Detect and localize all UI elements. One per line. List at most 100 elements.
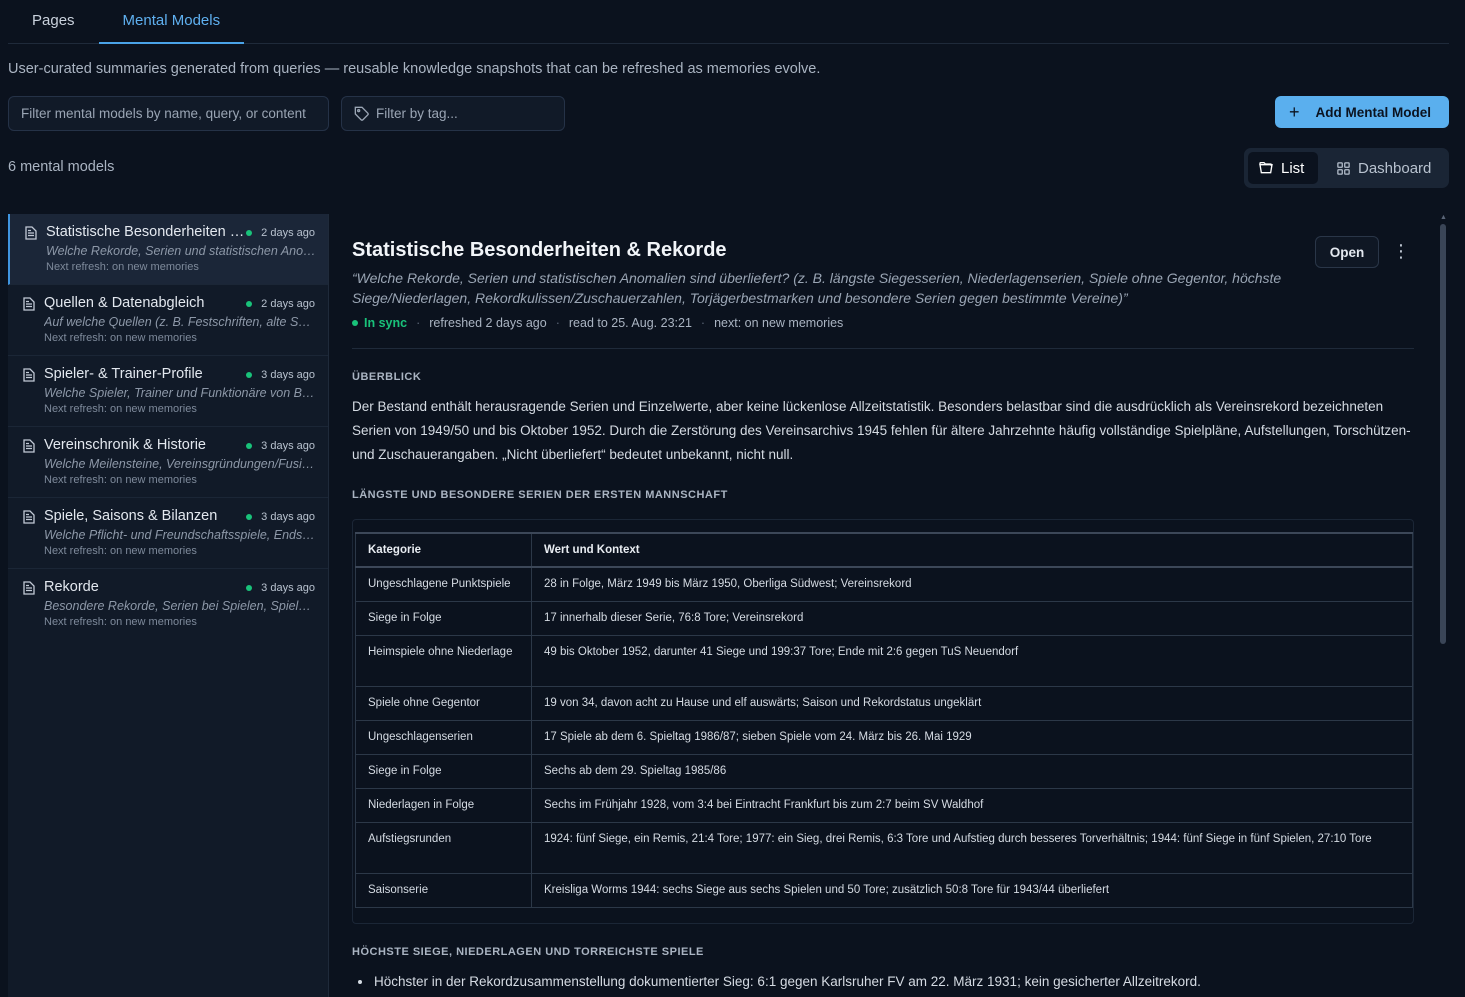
plus-icon: + — [1289, 101, 1300, 122]
list-item: Höchster in der Rekordzusammenstellung d… — [358, 974, 1201, 989]
grid-icon — [1337, 161, 1350, 175]
model-title: Quellen & Datenabgleich — [44, 295, 205, 311]
model-updated: 3 days ago — [246, 440, 315, 452]
refreshed-time: refreshed 2 days ago — [429, 316, 547, 330]
table-cell: Ungeschlagene Punktspiele — [355, 566, 532, 602]
tag-filter-input[interactable]: Filter by tag... — [341, 96, 565, 131]
view-list-label: List — [1281, 159, 1305, 177]
model-title: Statistische Besonderheiten & Rekorde — [46, 224, 246, 240]
view-dashboard-button[interactable]: Dashboard — [1326, 152, 1441, 184]
scroll-up-icon[interactable]: ▲ — [1440, 214, 1447, 221]
sync-dot — [246, 372, 253, 378]
view-toggle: List Dashboard — [1244, 148, 1449, 188]
model-next-refresh: Next refresh: on new memories — [44, 616, 197, 628]
sync-dot — [246, 443, 253, 449]
sync-dot — [246, 514, 253, 520]
model-query: Welche Spieler, Trainer und Funktionäre … — [44, 386, 316, 400]
model-next-refresh: Next refresh: on new memories — [46, 261, 199, 273]
table-header: Wert und Kontext — [531, 532, 1413, 568]
table-cell: Siege in Folge — [355, 600, 532, 636]
model-query: Besondere Rekorde, Serien bei Spielen, S… — [44, 599, 316, 613]
list-item[interactable]: Vereinschronik & Historie 3 days ago Wel… — [8, 427, 328, 498]
table-cell: 28 in Folge, März 1949 bis März 1950, Ob… — [531, 566, 1413, 602]
table-cell: Niederlagen in Folge — [355, 787, 532, 823]
model-title: Spiele, Saisons & Bilanzen — [44, 508, 218, 524]
model-updated: 3 days ago — [246, 582, 315, 594]
model-updated-text: 2 days ago — [261, 298, 315, 310]
table-cell: 1924: fünf Siege, ein Remis, 21:4 Tore; … — [531, 821, 1413, 874]
table-cell: Aufstiegsrunden — [355, 821, 532, 874]
bullet-dot — [358, 979, 362, 984]
table-row: Ungeschlagenserien 17 Spiele ab dem 6. S… — [355, 719, 1413, 755]
tab-bar: Pages Mental Models — [8, 0, 1449, 44]
page-description: User-curated summaries generated from qu… — [8, 61, 821, 77]
section-heading-overview: ÜBERBLICK — [352, 371, 422, 383]
detail-panel: Statistische Besonderheiten & Rekorde “W… — [330, 214, 1436, 997]
table-cell: Saisonserie — [355, 872, 532, 908]
model-title: Rekorde — [44, 579, 99, 595]
sync-dot — [246, 585, 253, 591]
model-count: 6 mental models — [8, 159, 115, 175]
table-row: Saisonserie Kreisliga Worms 1944: sechs … — [355, 872, 1413, 908]
table-header: Kategorie — [355, 532, 532, 568]
table-row: Siege in Folge Sechs ab dem 29. Spieltag… — [355, 753, 1413, 789]
divider — [352, 348, 1414, 349]
model-updated: 3 days ago — [246, 511, 315, 523]
detail-meta: In sync · refreshed 2 days ago · read to… — [352, 316, 843, 330]
table-header-row: Kategorie Wert und Kontext — [355, 532, 1413, 568]
series-table: Kategorie Wert und Kontext Ungeschlagene… — [355, 532, 1413, 908]
section-heading-records: HÖCHSTE SIEGE, NIEDERLAGEN UND TORREICHS… — [352, 946, 704, 958]
view-list-button[interactable]: List — [1248, 152, 1318, 184]
meta-separator: · — [700, 316, 706, 330]
bullet-text: Höchster in der Rekordzusammenstellung d… — [374, 974, 1201, 989]
sync-dot — [352, 320, 358, 326]
sync-dot — [246, 230, 253, 236]
series-table-container: Kategorie Wert und Kontext Ungeschlagene… — [352, 519, 1414, 924]
list-item[interactable]: Rekorde 3 days ago Besondere Rekorde, Se… — [8, 569, 328, 640]
table-cell: Sechs im Frühjahr 1928, vom 3:4 bei Eint… — [531, 787, 1413, 823]
tag-icon — [354, 106, 369, 121]
section-heading-series: LÄNGSTE UND BESONDERE SERIEN DER ERSTEN … — [352, 489, 728, 501]
detail-scrollbar[interactable] — [1440, 224, 1446, 644]
add-mental-model-button[interactable]: + Add Mental Model — [1275, 96, 1449, 128]
add-mental-model-label: Add Mental Model — [1315, 104, 1432, 120]
table-cell: Ungeschlagenserien — [355, 719, 532, 755]
meta-separator: · — [555, 316, 560, 330]
model-query: Welche Meilensteine, Vereinsgründungen/F… — [44, 457, 316, 471]
read-to: read to 25. Aug. 23:21 — [568, 316, 692, 330]
document-icon — [23, 439, 35, 453]
model-query: Welche Rekorde, Serien und statistischen… — [46, 244, 318, 258]
table-row: Aufstiegsrunden 1924: fünf Siege, ein Re… — [355, 821, 1413, 874]
open-button[interactable]: Open — [1315, 236, 1379, 268]
model-updated-text: 3 days ago — [261, 582, 315, 594]
model-query: Welche Pflicht- und Freundschaftsspiele,… — [44, 528, 316, 542]
more-options-icon[interactable]: ⋮ — [1392, 242, 1410, 262]
model-updated-text: 2 days ago — [261, 227, 315, 239]
list-item[interactable]: Spieler- & Trainer-Profile 3 days ago We… — [8, 356, 328, 427]
tab-pages[interactable]: Pages — [8, 0, 99, 44]
model-updated: 2 days ago — [246, 227, 315, 239]
model-next-refresh: Next refresh: on new memories — [44, 474, 197, 486]
table-cell: Kreisliga Worms 1944: sechs Siege aus se… — [531, 872, 1413, 908]
name-filter-input[interactable]: Filter mental models by name, query, or … — [8, 96, 329, 131]
list-item[interactable]: Statistische Besonderheiten & Rekorde 2 … — [8, 214, 328, 285]
document-icon — [25, 226, 37, 240]
list-item[interactable]: Quellen & Datenabgleich 2 days ago Auf w… — [8, 285, 328, 356]
model-updated-text: 3 days ago — [261, 369, 315, 381]
model-query: Auf welche Quellen (z. B. Festschriften,… — [44, 315, 316, 329]
table-cell: Sechs ab dem 29. Spieltag 1985/86 — [531, 753, 1413, 789]
table-cell: 17 innerhalb dieser Serie, 76:8 Tore; Ve… — [531, 600, 1413, 636]
sync-status: In sync — [364, 316, 408, 330]
table-cell: Siege in Folge — [355, 753, 532, 789]
model-title: Vereinschronik & Historie — [44, 437, 206, 453]
table-row: Heimspiele ohne Niederlage 49 bis Oktobe… — [355, 634, 1413, 687]
tab-mental-models[interactable]: Mental Models — [98, 0, 245, 44]
mental-model-list: Statistische Besonderheiten & Rekorde 2 … — [8, 214, 329, 997]
list-item[interactable]: Spiele, Saisons & Bilanzen 3 days ago We… — [8, 498, 328, 569]
table-cell: 17 Spiele ab dem 6. Spieltag 1986/87; si… — [531, 719, 1413, 755]
model-updated-text: 3 days ago — [261, 440, 315, 452]
sync-dot — [246, 301, 253, 307]
table-cell: 19 von 34, davon acht zu Hause und elf a… — [531, 685, 1413, 721]
document-icon — [23, 581, 35, 595]
document-icon — [23, 297, 35, 311]
